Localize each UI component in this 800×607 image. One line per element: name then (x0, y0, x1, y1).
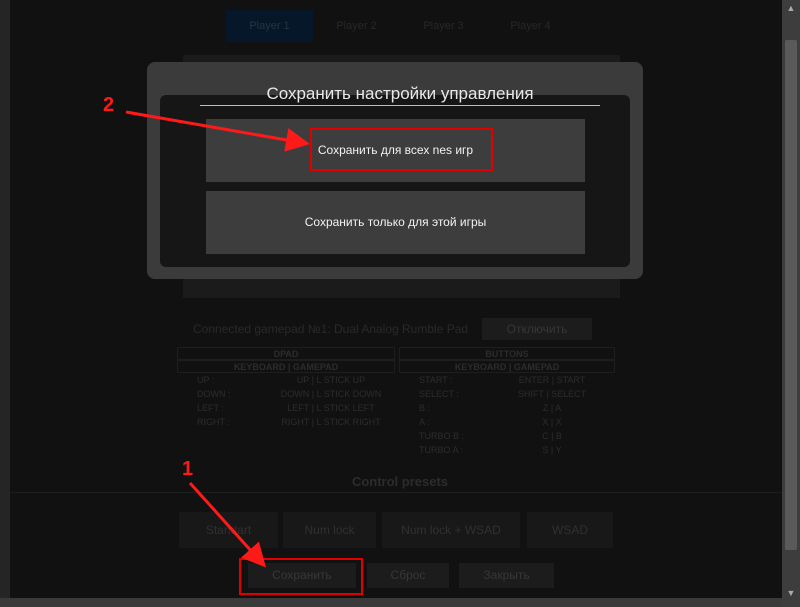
scrollbar[interactable]: ▲ ▼ (782, 0, 800, 607)
scroll-down-icon[interactable]: ▼ (786, 588, 796, 598)
scroll-up-icon[interactable]: ▲ (786, 3, 796, 13)
annotation-arrows (125, 110, 310, 568)
window-frame-bottom (0, 598, 800, 607)
arrow-to-save (188, 481, 267, 568)
arrow-to-save-all (125, 110, 310, 152)
